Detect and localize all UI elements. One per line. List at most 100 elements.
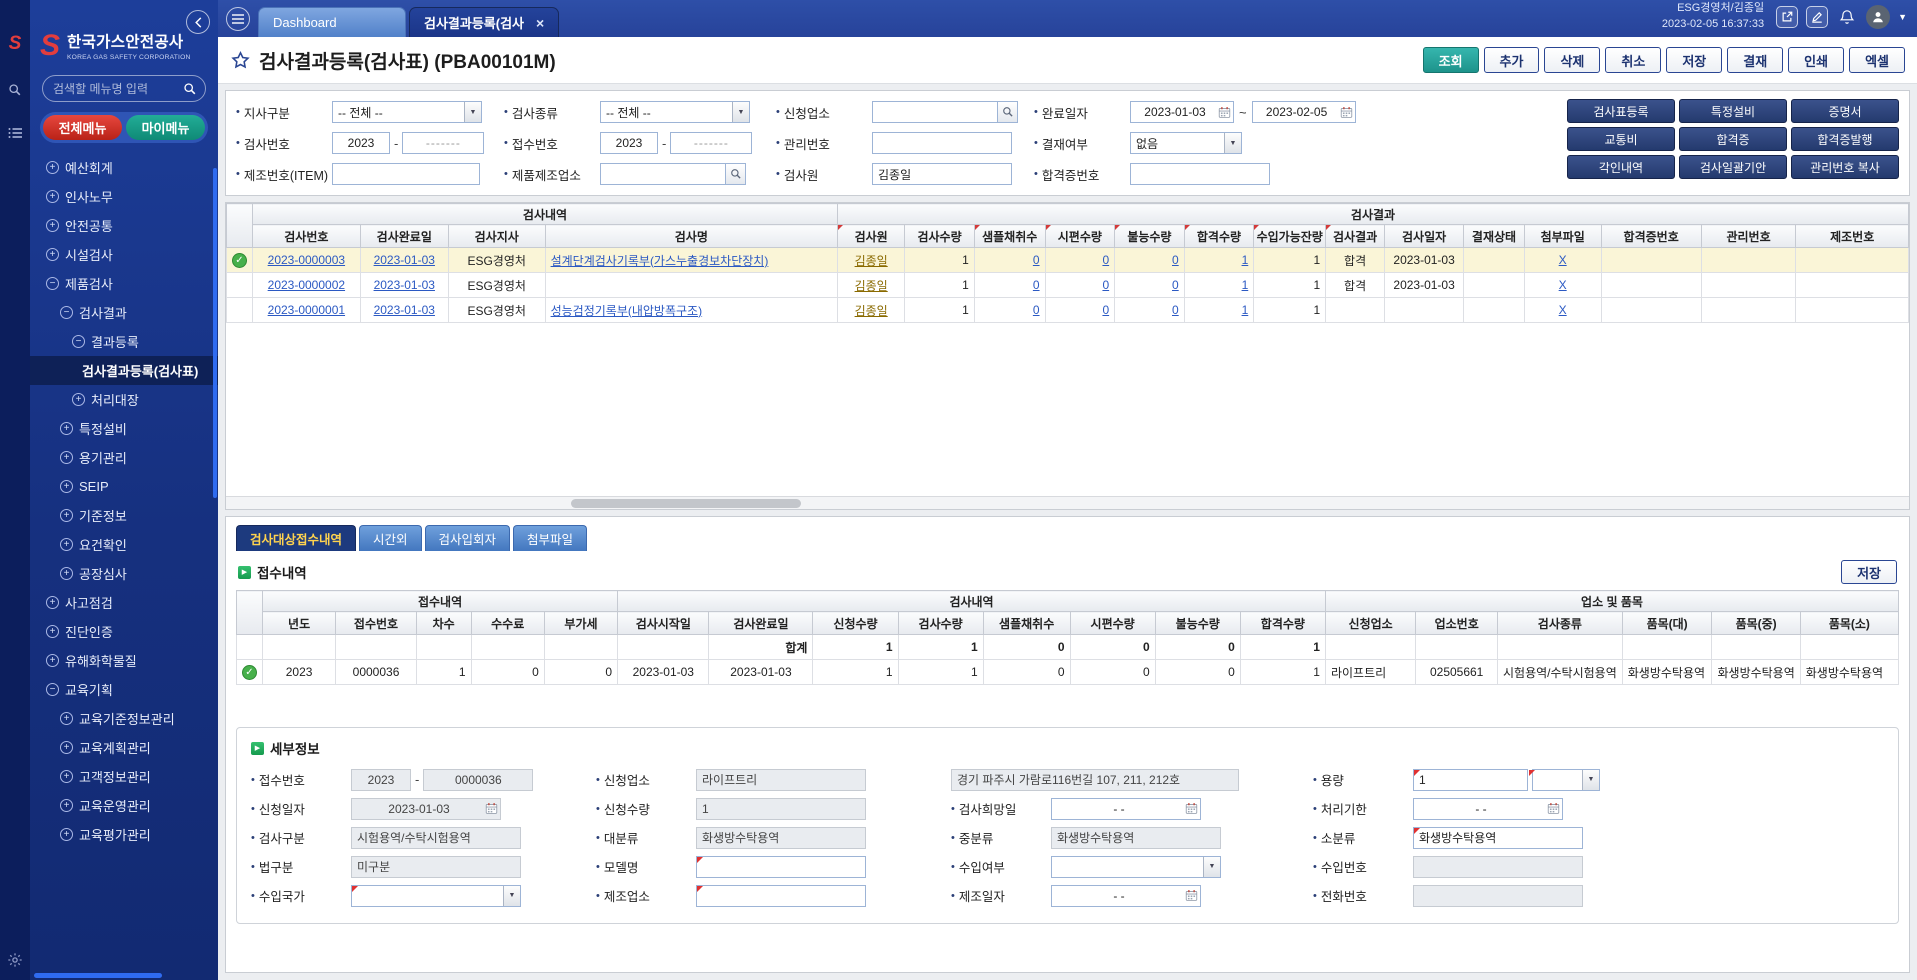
column-header[interactable]: 시편수량 bbox=[1045, 225, 1115, 248]
quick-action-button[interactable]: 특정설비 bbox=[1679, 99, 1787, 123]
column-header[interactable]: 검사결과 bbox=[1326, 225, 1385, 248]
expand-icon[interactable]: + bbox=[46, 190, 59, 203]
applicant-input[interactable] bbox=[872, 101, 998, 123]
all-menu-button[interactable]: 전체메뉴 bbox=[43, 115, 122, 140]
toolbar-button[interactable]: 저장 bbox=[1666, 47, 1722, 73]
law-class-input[interactable] bbox=[351, 856, 521, 878]
column-header[interactable]: 제조번호 bbox=[1796, 225, 1909, 248]
expand-icon[interactable]: + bbox=[46, 161, 59, 174]
grid-row[interactable]: ✓202300000361002023-01-032023-01-0311000… bbox=[237, 660, 1899, 685]
external-link-icon[interactable] bbox=[1776, 6, 1798, 28]
sidebar-item[interactable]: +용기관리 bbox=[30, 443, 218, 472]
apply-qty-input[interactable] bbox=[696, 798, 866, 820]
expand-icon[interactable]: + bbox=[60, 422, 73, 435]
category-small-input[interactable] bbox=[1413, 827, 1583, 849]
sidebar-vscrollbar[interactable] bbox=[213, 168, 217, 498]
phone-no-input[interactable] bbox=[1413, 885, 1583, 907]
column-header[interactable]: 신청수량 bbox=[813, 612, 898, 635]
chevron-down-icon[interactable]: ▼ bbox=[1898, 12, 1907, 22]
column-header[interactable]: 검사수량 bbox=[898, 612, 983, 635]
detail-tab[interactable]: 시간외 bbox=[359, 525, 422, 551]
column-header[interactable]: 불능수량 bbox=[1155, 612, 1240, 635]
tab-dashboard[interactable]: Dashboard bbox=[258, 7, 406, 37]
toolbar-button[interactable]: 조회 bbox=[1423, 47, 1479, 73]
column-header[interactable]: 결재상태 bbox=[1464, 225, 1525, 248]
expand-icon[interactable]: + bbox=[60, 799, 73, 812]
grid-row[interactable]: 2023-00000012023-01-03ESG경영처성능검정기록부(내압방폭… bbox=[227, 298, 1909, 323]
sidebar-item[interactable]: +안전공통 bbox=[30, 211, 218, 240]
cell-link[interactable]: 0 bbox=[1102, 278, 1109, 292]
collapse-icon[interactable]: − bbox=[72, 335, 85, 348]
column-header[interactable]: 년도 bbox=[263, 612, 336, 635]
cell-link[interactable]: 1 bbox=[1242, 303, 1249, 317]
sidebar-item[interactable]: +인사노무 bbox=[30, 182, 218, 211]
expand-icon[interactable]: + bbox=[60, 538, 73, 551]
my-menu-button[interactable]: 마이메뉴 bbox=[126, 115, 205, 140]
sidebar-item[interactable]: +유해화학물질 bbox=[30, 646, 218, 675]
column-header[interactable]: 신청업소 bbox=[1325, 612, 1415, 635]
cell-link[interactable]: 성능검정기록부(내압방폭구조) bbox=[551, 304, 703, 318]
calendar-icon[interactable] bbox=[1340, 106, 1353, 119]
expand-icon[interactable]: + bbox=[60, 509, 73, 522]
capacity-input[interactable] bbox=[1413, 769, 1528, 791]
cell-link[interactable]: 김종일 bbox=[855, 304, 888, 318]
expand-icon[interactable]: + bbox=[60, 741, 73, 754]
sidebar-item[interactable]: −검사결과 bbox=[30, 298, 218, 327]
management-no-input[interactable] bbox=[872, 132, 1012, 154]
menu-list-icon[interactable] bbox=[8, 127, 22, 139]
column-header[interactable]: 샘플채취수 bbox=[974, 225, 1045, 248]
column-header[interactable]: 검사일자 bbox=[1385, 225, 1464, 248]
expand-icon[interactable]: + bbox=[46, 219, 59, 232]
column-header[interactable]: 검사지사 bbox=[448, 225, 545, 248]
expand-icon[interactable]: + bbox=[60, 712, 73, 725]
sidebar-item[interactable]: +예산회계 bbox=[30, 153, 218, 182]
deadline-input[interactable] bbox=[1413, 798, 1563, 820]
expand-icon[interactable]: + bbox=[46, 625, 59, 638]
cell-link[interactable]: 0 bbox=[1033, 303, 1040, 317]
cell-link[interactable]: 0 bbox=[1102, 253, 1109, 267]
cell-link[interactable]: 김종일 bbox=[855, 279, 888, 293]
sidebar-item[interactable]: +SEIP bbox=[30, 472, 218, 501]
collapse-icon[interactable]: − bbox=[60, 306, 73, 319]
cell-link[interactable]: 2023-01-03 bbox=[374, 278, 435, 292]
cell-link[interactable]: 0 bbox=[1033, 253, 1040, 267]
quick-action-button[interactable]: 검사표등록 bbox=[1567, 99, 1675, 123]
calendar-icon[interactable] bbox=[1185, 889, 1198, 902]
save-button[interactable]: 저장 bbox=[1841, 560, 1897, 584]
inspection-no-prefix-input[interactable] bbox=[332, 132, 390, 154]
sidebar-collapse-button[interactable] bbox=[186, 10, 210, 34]
applicant-address-input[interactable] bbox=[951, 769, 1239, 791]
receipt-no-prefix-input[interactable] bbox=[600, 132, 658, 154]
cell-link[interactable]: 2023-0000003 bbox=[268, 253, 345, 267]
certificate-no-input[interactable] bbox=[1130, 163, 1270, 185]
toolbar-button[interactable]: 추가 bbox=[1484, 47, 1540, 73]
calendar-icon[interactable] bbox=[485, 802, 498, 815]
column-header[interactable]: 관리번호 bbox=[1701, 225, 1796, 248]
receipt-no-serial-input[interactable] bbox=[670, 132, 752, 154]
column-header[interactable]: 부가세 bbox=[544, 612, 617, 635]
column-header[interactable]: 품목(대) bbox=[1622, 612, 1712, 635]
cell-link[interactable]: 2023-01-03 bbox=[374, 253, 435, 267]
column-header[interactable]: 첨부파일 bbox=[1524, 225, 1601, 248]
category-large-input[interactable] bbox=[696, 827, 866, 849]
cell-link[interactable]: 0 bbox=[1102, 303, 1109, 317]
sidebar-item[interactable]: −제품검사 bbox=[30, 269, 218, 298]
quick-action-button[interactable]: 증명서 bbox=[1791, 99, 1899, 123]
column-header[interactable]: 품목(중) bbox=[1712, 612, 1800, 635]
toolbar-button[interactable]: 인쇄 bbox=[1788, 47, 1844, 73]
sidebar-item[interactable]: +교육기준정보관리 bbox=[30, 704, 218, 733]
sidebar-item[interactable]: −결과등록 bbox=[30, 327, 218, 356]
edit-icon[interactable] bbox=[1806, 6, 1828, 28]
search-icon[interactable] bbox=[8, 83, 22, 97]
sidebar-item[interactable]: +고객정보관리 bbox=[30, 762, 218, 791]
cell-link[interactable]: 김종일 bbox=[855, 254, 888, 268]
sidebar-item[interactable]: +요건확인 bbox=[30, 530, 218, 559]
product-manufacturer-input[interactable] bbox=[600, 163, 726, 185]
search-icon[interactable] bbox=[998, 101, 1018, 123]
inspection-class-input[interactable] bbox=[351, 827, 521, 849]
quick-action-button[interactable]: 관리번호 복사 bbox=[1791, 155, 1899, 179]
import-flag-select[interactable]: ▼ bbox=[1051, 856, 1221, 878]
inspection-kind-select[interactable]: -- 전체 --▼ bbox=[600, 101, 750, 123]
apply-date-input[interactable] bbox=[351, 798, 501, 820]
cell-link[interactable]: X bbox=[1559, 303, 1567, 317]
